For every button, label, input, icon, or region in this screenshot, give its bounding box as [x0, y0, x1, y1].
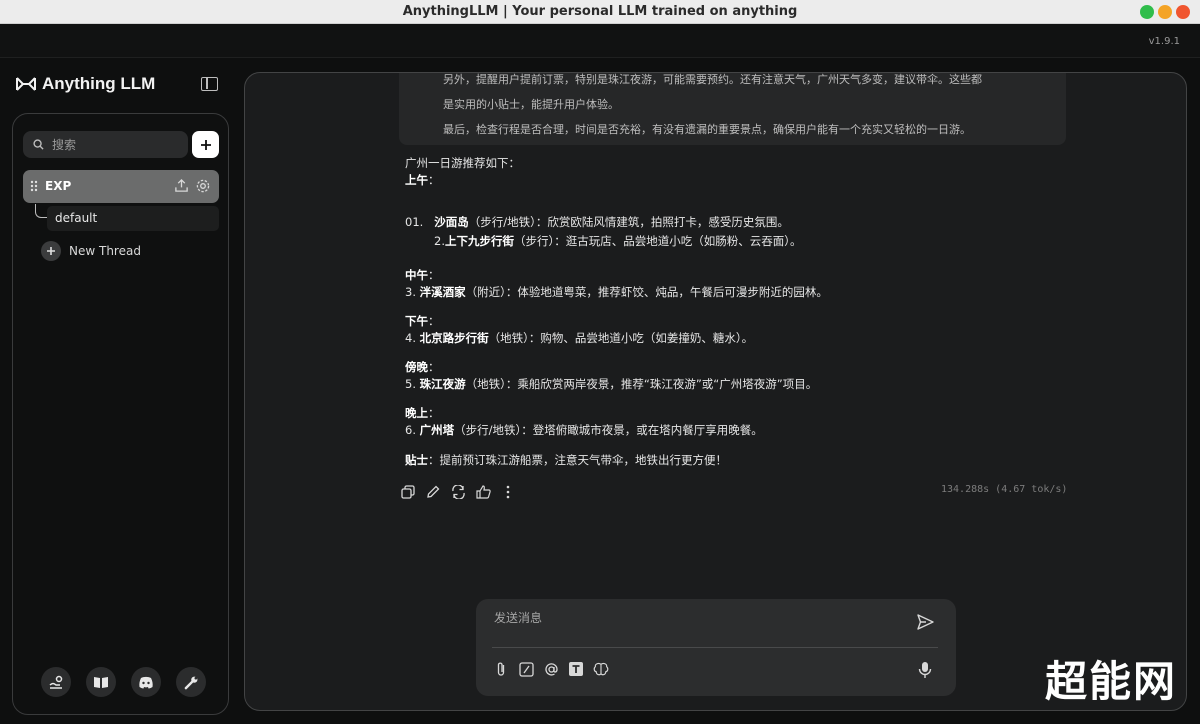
new-thread-button[interactable]: New Thread	[41, 241, 141, 261]
thread-label: default	[55, 211, 98, 225]
section-heading-dusk: 傍晚：	[405, 360, 440, 374]
workspace-name: EXP	[45, 179, 72, 193]
at-mention-icon[interactable]	[543, 661, 559, 677]
discord-icon[interactable]	[131, 667, 161, 697]
answer-intro: 广州一日游推荐如下：	[405, 156, 520, 170]
window-titlebar: AnythingLLM | Your personal LLM trained …	[0, 0, 1200, 24]
send-icon[interactable]	[917, 614, 934, 630]
settings-wrench-icon[interactable]	[176, 667, 206, 697]
brand-name: Anything LLM	[42, 74, 156, 93]
thread-item-default[interactable]: default	[47, 206, 219, 231]
attachment-icon[interactable]	[493, 661, 509, 677]
minimize-button[interactable]	[1158, 5, 1172, 19]
section-heading-afternoon: 下午：	[405, 314, 440, 328]
app-version: v1.9.1	[1148, 36, 1180, 47]
thought-line: 最后，检查行程是否合理，时间是否充裕，有没有遗漏的重要景点，确保用户能有一个充实…	[443, 123, 971, 136]
thumbs-up-icon[interactable]	[475, 484, 491, 500]
microphone-icon[interactable]	[918, 661, 932, 679]
sidebar-footer	[41, 667, 206, 697]
new-thread-label: New Thread	[69, 244, 141, 258]
section-heading-evening: 晚上：	[405, 406, 440, 420]
close-window-button[interactable]	[1176, 5, 1190, 19]
top-strip: v1.9.1	[0, 24, 1200, 58]
list-item: 5. 珠江夜游（地铁）：乘船欣赏两岸夜景，推荐“珠江夜游”或“广州塔夜游”项目。	[405, 377, 818, 391]
regenerate-icon[interactable]	[450, 484, 466, 500]
sidebar-toggle-icon[interactable]	[201, 77, 218, 91]
list-item: 01. 沙面岛（步行/地铁）：欣赏欧陆风情建筑，拍照打卡，感受历史氛围。	[405, 215, 789, 229]
list-item: 3. 泮溪酒家（附近）：体验地道粤菜，推荐虾饺、炖品，午餐后可漫步附近的园林。	[405, 285, 828, 299]
maximize-button[interactable]	[1140, 5, 1154, 19]
community-hub-icon[interactable]	[41, 667, 71, 697]
thread-tree-connector	[35, 204, 47, 218]
workspace-item-exp[interactable]: EXP	[23, 170, 219, 203]
search-icon	[33, 139, 44, 150]
drag-handle-icon[interactable]	[30, 180, 38, 192]
thought-line: 是实用的小贴士，能提升用户体验。	[443, 98, 619, 111]
new-workspace-button[interactable]	[192, 131, 219, 158]
section-heading-noon: 中午：	[405, 268, 440, 282]
message-composer[interactable]: 发送消息	[476, 599, 956, 696]
copy-icon[interactable]	[400, 484, 416, 500]
sidebar: 搜索 EXP default New Thread	[12, 113, 229, 715]
tip-line: 贴士：提前预订珠江游船票，注意天气带伞，地铁出行更方便！	[405, 453, 727, 467]
edit-pencil-icon[interactable]	[425, 484, 441, 500]
plus-icon	[200, 139, 211, 150]
more-options-icon[interactable]	[500, 484, 516, 500]
list-item: 4. 北京路步行街（地铁）：购物、品尝地道小吃（如姜撞奶、糖水）。	[405, 331, 754, 345]
text-size-icon[interactable]	[568, 661, 584, 677]
message-input[interactable]: 发送消息	[494, 609, 542, 626]
thought-line: 另外，提醒用户提前订票，特别是珠江夜游，可能需要预约。还有注意天气，广州天气多变…	[443, 73, 982, 86]
window-title: AnythingLLM | Your personal LLM trained …	[402, 4, 798, 19]
list-item: 6. 广州塔（步行/地铁）：登塔俯瞰城市夜景，或在塔内餐厅享用晚餐。	[405, 423, 763, 437]
gear-icon[interactable]	[195, 178, 211, 194]
slash-command-icon[interactable]	[518, 661, 534, 677]
agent-brain-icon[interactable]	[593, 661, 609, 677]
docs-book-icon[interactable]	[86, 667, 116, 697]
section-heading-morning: 上午：	[405, 173, 440, 187]
composer-divider	[492, 647, 938, 648]
plus-icon	[41, 241, 61, 261]
list-item: 2.上下九步行街（步行）：逛古玩店、品尝地道小吃（如肠粉、云吞面）。	[434, 234, 802, 248]
upload-icon[interactable]	[174, 178, 189, 193]
watermark: 超能网	[1045, 657, 1178, 706]
thought-block: 另外，提醒用户提前订票，特别是珠江夜游，可能需要预约。还有注意天气，广州天气多变…	[399, 73, 1066, 145]
generation-stats: 134.288s (4.67 tok/s)	[941, 484, 1068, 495]
anythingllm-logo-icon	[16, 77, 36, 91]
search-placeholder: 搜索	[52, 138, 77, 152]
brand-logo: Anything LLM	[16, 74, 155, 94]
search-input[interactable]: 搜索	[23, 131, 188, 158]
chat-panel: 另外，提醒用户提前订票，特别是珠江夜游，可能需要预约。还有注意天气，广州天气多变…	[244, 72, 1187, 711]
message-actions	[400, 484, 516, 500]
composer-tools	[493, 661, 609, 677]
